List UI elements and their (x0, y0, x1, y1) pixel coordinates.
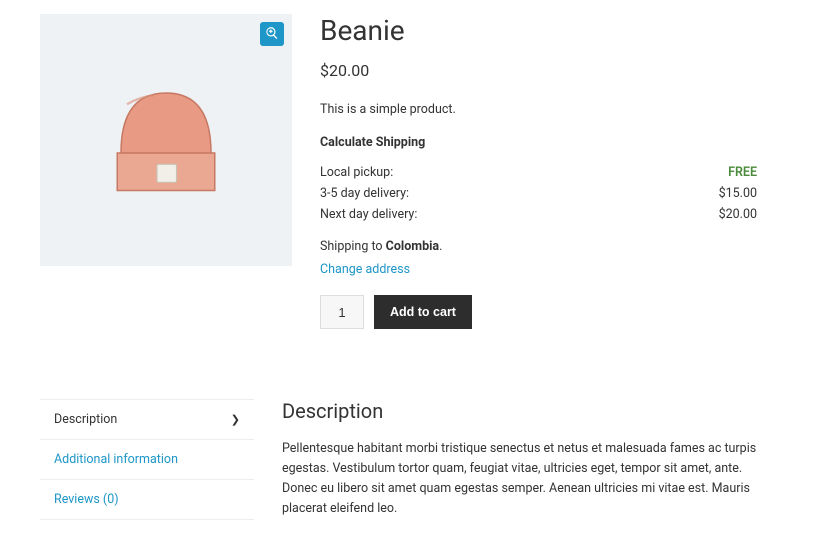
change-address-link[interactable]: Change address (320, 262, 410, 277)
description-heading: Description (282, 399, 780, 423)
product-gallery (40, 14, 292, 266)
shipping-note-prefix: Shipping to (320, 239, 386, 254)
add-to-cart-form: Add to cart (320, 295, 780, 329)
shipping-table: Local pickup: FREE 3-5 day delivery: $15… (320, 162, 757, 225)
tabs-list: Description ❯ Additional information Rev… (40, 399, 254, 520)
tab-label: Reviews (0) (54, 492, 119, 507)
shipping-label: Local pickup: (320, 165, 393, 180)
quantity-input[interactable] (320, 295, 364, 329)
product-section: Beanie $20.00 This is a simple product. … (40, 14, 780, 329)
magnify-icon (265, 25, 279, 44)
shipping-row: Next day delivery: $20.00 (320, 204, 757, 225)
product-summary: Beanie $20.00 This is a simple product. … (320, 14, 780, 329)
description-body: Pellentesque habitant morbi tristique se… (282, 439, 780, 519)
shipping-cost: FREE (728, 165, 757, 180)
tab-label: Additional information (54, 452, 178, 467)
product-image[interactable] (91, 63, 241, 217)
description-panel: Description Pellentesque habitant morbi … (282, 399, 780, 520)
product-title: Beanie (320, 14, 780, 47)
shipping-destination: Shipping to Colombia. (320, 239, 780, 254)
product-price: $20.00 (320, 61, 780, 80)
shipping-label: 3-5 day delivery: (320, 186, 409, 201)
shipping-cost: $20.00 (719, 207, 757, 222)
shipping-row: Local pickup: FREE (320, 162, 757, 183)
tab-label: Description (54, 412, 117, 427)
shipping-cost: $15.00 (719, 186, 757, 201)
chevron-right-icon: ❯ (231, 413, 240, 426)
short-description: This is a simple product. (320, 102, 780, 117)
zoom-button[interactable] (260, 22, 284, 46)
shipping-country: Colombia (386, 239, 439, 254)
shipping-label: Next day delivery: (320, 207, 417, 222)
add-to-cart-button[interactable]: Add to cart (374, 295, 472, 329)
tab-additional-information[interactable]: Additional information (40, 439, 254, 479)
tab-reviews[interactable]: Reviews (0) (40, 479, 254, 520)
shipping-note-suffix: . (439, 239, 442, 254)
tab-description[interactable]: Description ❯ (40, 399, 254, 439)
shipping-row: 3-5 day delivery: $15.00 (320, 183, 757, 204)
product-tabs-section: Description ❯ Additional information Rev… (40, 399, 780, 520)
shipping-heading: Calculate Shipping (320, 135, 780, 150)
